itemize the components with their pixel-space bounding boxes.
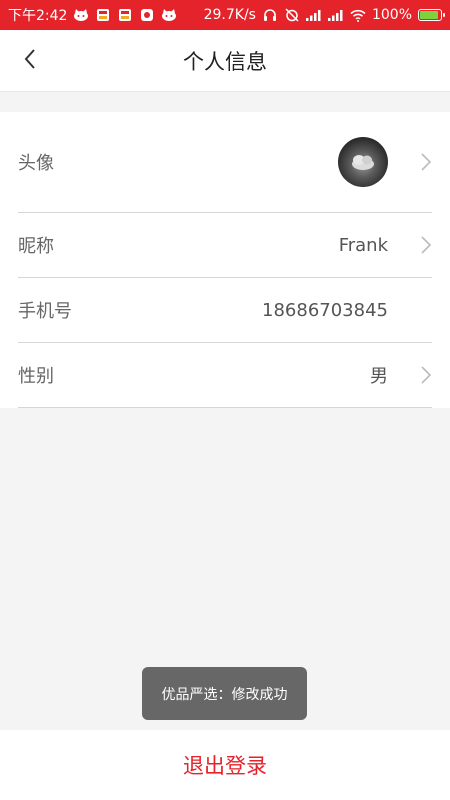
- gender-row[interactable]: 性别 男: [18, 343, 432, 408]
- toast-message: 优品严选：修改成功: [142, 667, 307, 720]
- chevron-left-icon: [23, 48, 37, 74]
- nickname-value: Frank: [338, 234, 388, 256]
- nickname-row[interactable]: 昵称 Frank: [18, 213, 432, 278]
- avatar-cloud-image: [350, 153, 376, 175]
- chevron-right-icon: [420, 365, 432, 385]
- battery-icon: [418, 9, 445, 21]
- signal-icon: [305, 8, 322, 22]
- phone-label: 手机号: [18, 301, 72, 322]
- navigation-bar: 个人信息: [0, 30, 450, 92]
- back-button[interactable]: [16, 47, 44, 75]
- nickname-label: 昵称: [18, 236, 54, 257]
- avatar-label: 头像: [18, 153, 54, 174]
- gender-value: 男: [370, 366, 388, 387]
- app-badge-icon: [117, 8, 133, 22]
- chevron-right-icon: [420, 235, 432, 255]
- cat-icon: [161, 8, 177, 22]
- app-badge-icon: [95, 8, 111, 22]
- signal-icon: [327, 8, 344, 22]
- page-title: 个人信息: [183, 49, 267, 74]
- status-time: 下午2:42: [8, 8, 68, 24]
- chevron-right-icon: [420, 152, 432, 172]
- alarm-off-icon: [284, 8, 300, 22]
- wifi-icon: [350, 8, 366, 22]
- status-bar-right: 29.7K/s 100%: [203, 7, 445, 23]
- logout-area: 退出登录: [0, 730, 450, 800]
- calendar-app-icon: [139, 8, 155, 22]
- status-bar-left: 下午2:42: [8, 5, 177, 25]
- logout-button[interactable]: 退出登录: [167, 742, 283, 788]
- avatar-row[interactable]: 头像: [18, 112, 432, 213]
- cat-icon: [73, 8, 89, 22]
- battery-percent: 100%: [371, 7, 412, 23]
- battery-level-fill: [420, 11, 438, 19]
- profile-screen: 下午2:42 29.7K/s 100% 个人信息 头像 昵称 Frank 手机号…: [0, 0, 450, 800]
- status-bar: 下午2:42 29.7K/s 100%: [0, 0, 450, 30]
- phone-row: 手机号 18686703845: [18, 278, 432, 343]
- network-speed: 29.7K/s: [203, 7, 256, 23]
- gender-label: 性别: [18, 366, 54, 387]
- headphones-icon: [262, 8, 278, 22]
- avatar: [338, 137, 388, 187]
- profile-info-list: 头像 昵称 Frank 手机号 18686703845 性别 男: [0, 112, 450, 408]
- phone-value: 18686703845: [262, 299, 388, 321]
